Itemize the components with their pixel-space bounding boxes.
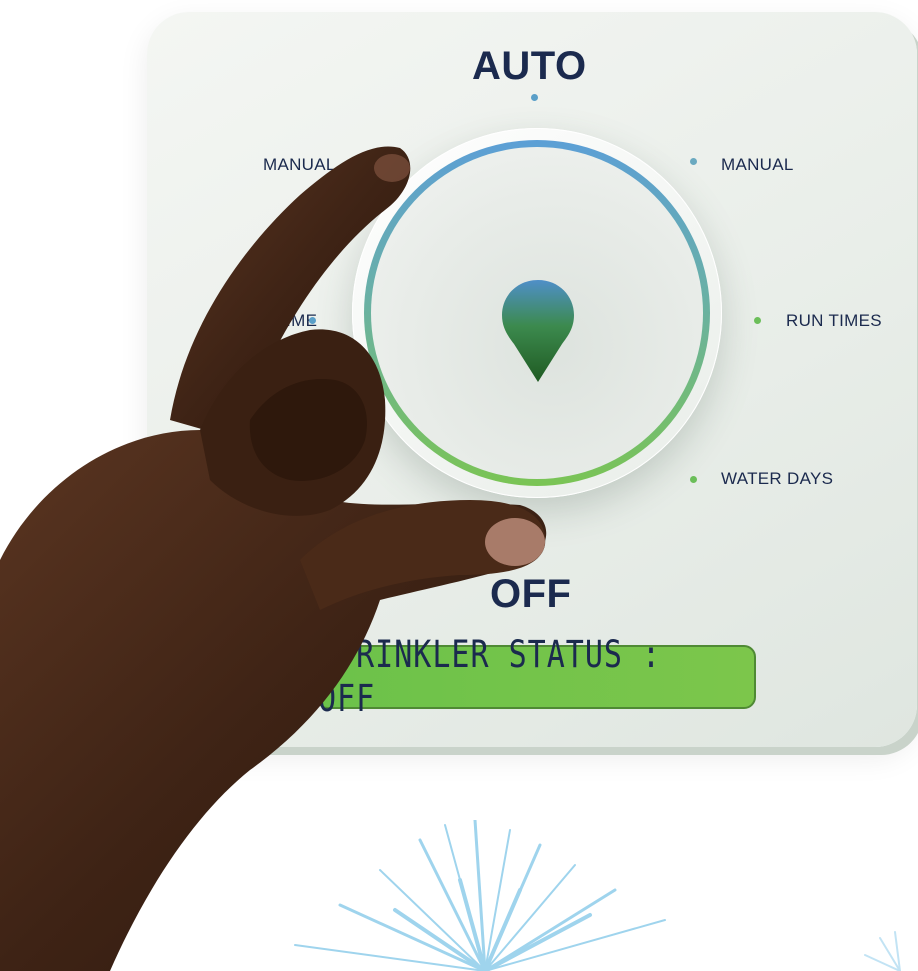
option-water-days[interactable]: WATER DAYS [721,469,833,489]
sprinkler-status-display: SPRINKLER STATUS : OFF [316,633,756,721]
option-manual-left[interactable]: MANUAL [263,155,336,175]
status-text: SPRINKLER STATUS : OFF [318,633,662,721]
run-time-left-dot [309,317,316,324]
auto-indicator-dot [531,94,538,101]
option-run-time-left[interactable]: RUN TIME [233,311,317,331]
option-run-times[interactable]: RUN TIMES [786,311,882,331]
location-pin-icon [502,280,574,382]
water-splash-small [864,931,901,971]
water-days-dot [690,476,697,483]
mode-auto-label[interactable]: AUTO [472,44,587,89]
mode-off-label[interactable]: OFF [490,572,571,617]
run-times-dot [754,317,761,324]
water-splash-graphic [294,820,666,971]
manual-right-dot [690,158,697,165]
option-manual-right[interactable]: MANUAL [721,155,794,175]
